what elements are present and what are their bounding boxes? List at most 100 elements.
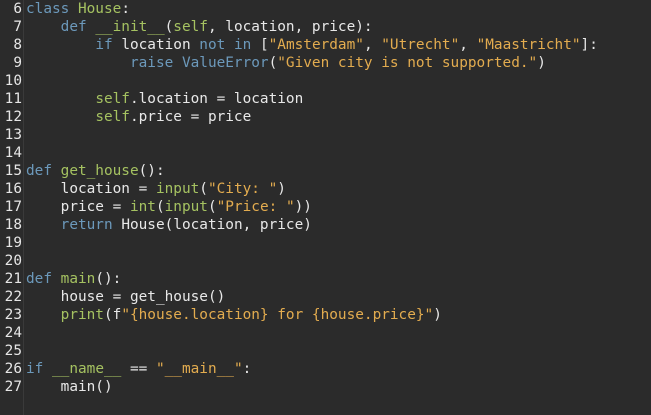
code-line[interactable]: 18 return House(location, price) xyxy=(0,216,651,234)
code-text[interactable]: def __init__(self, location, price): xyxy=(26,18,373,36)
line-number: 11 xyxy=(4,91,22,107)
code-text[interactable]: raise ValueError("Given city is not supp… xyxy=(26,54,546,72)
code-token: [ xyxy=(259,37,269,53)
code-text[interactable]: class House: xyxy=(26,0,130,18)
code-editor[interactable]: 6 class House: 7 def __init__(self, locati… xyxy=(0,0,651,415)
code-text[interactable]: def get_house(): xyxy=(26,162,165,180)
code-token: self xyxy=(95,91,130,107)
code-token: ( xyxy=(155,199,165,215)
code-line[interactable]: 12 self.price = price xyxy=(0,108,651,126)
line-number: 26 xyxy=(4,361,22,377)
code-token: .price = price xyxy=(129,109,252,125)
code-token: : xyxy=(121,1,130,17)
code-text[interactable]: if location not in ["Amsterdam", "Utrech… xyxy=(26,36,598,54)
code-token: ( xyxy=(164,19,174,35)
code-line[interactable]: 19 xyxy=(0,234,651,252)
line-number: 8 xyxy=(13,37,22,53)
code-line[interactable]: 16 location = input("City: ") xyxy=(0,180,651,198)
code-token: ( xyxy=(268,55,278,71)
code-token: __init__ xyxy=(95,19,165,35)
line-number: 14 xyxy=(4,145,22,161)
code-text[interactable]: price = int(input("Price: ")) xyxy=(26,198,312,216)
code-line[interactable]: 9 raise ValueError("Given city is not su… xyxy=(0,54,651,72)
line-number: 20 xyxy=(4,253,22,269)
line-number: 19 xyxy=(4,235,22,251)
code-text[interactable]: if __name__ == "__main__": xyxy=(26,360,251,378)
code-token: )) xyxy=(294,199,312,215)
code-line[interactable]: 7 def __init__(self, location, price): xyxy=(0,18,651,36)
code-token: "Amsterdam" xyxy=(268,37,364,53)
code-token: ) xyxy=(277,181,286,197)
code-token: input xyxy=(164,199,208,215)
code-line[interactable]: 27 main() xyxy=(0,378,651,396)
code-token: def xyxy=(26,163,61,179)
code-line[interactable]: 6 class House: xyxy=(0,0,651,18)
code-token: self xyxy=(95,109,130,125)
code-text[interactable]: main() xyxy=(26,378,113,396)
code-token: class xyxy=(26,1,78,17)
code-lines[interactable]: 6 class House: 7 def __init__(self, locati… xyxy=(0,0,651,396)
code-text[interactable]: return House(location, price) xyxy=(26,216,312,234)
code-text[interactable]: self.location = location xyxy=(26,90,303,108)
code-token: (): xyxy=(95,271,122,287)
code-line[interactable]: 24 xyxy=(0,324,651,342)
code-line[interactable]: 26 if __name__ == "__main__": xyxy=(0,360,651,378)
line-number: 16 xyxy=(4,181,22,197)
code-token: input xyxy=(155,181,200,197)
code-line[interactable]: 21 def main(): xyxy=(0,270,651,288)
code-line[interactable]: 17 price = int(input("Price: ")) xyxy=(0,198,651,216)
code-token: ( xyxy=(199,181,208,197)
code-text[interactable]: def main(): xyxy=(26,270,121,288)
code-line[interactable]: 25 xyxy=(0,342,651,360)
code-token: "Given city is not supported." xyxy=(277,55,538,71)
code-token: print xyxy=(60,307,104,323)
line-number: 18 xyxy=(4,217,22,233)
code-line[interactable]: 22 house = get_house() xyxy=(0,288,651,306)
code-token: def xyxy=(26,271,61,287)
code-line[interactable]: 20 xyxy=(0,252,651,270)
code-token: price = xyxy=(26,199,130,215)
code-text[interactable]: location = input("City: ") xyxy=(26,180,286,198)
code-token: int xyxy=(129,199,156,215)
code-token: location = xyxy=(26,181,156,197)
code-line[interactable]: 11 self.location = location xyxy=(0,90,651,108)
code-text[interactable]: house = get_house() xyxy=(26,288,226,306)
line-number: 6 xyxy=(13,1,22,17)
line-number: 17 xyxy=(4,199,22,215)
code-line[interactable]: 15 def get_house(): xyxy=(0,162,651,180)
code-token: , xyxy=(459,37,477,53)
line-number: 15 xyxy=(4,163,22,179)
code-token: "__main__" xyxy=(155,361,243,377)
code-text[interactable]: print(f"{house.location} for {house.pric… xyxy=(26,306,442,324)
code-token: (): xyxy=(138,163,165,179)
code-line[interactable]: 23 print(f"{house.location} for {house.p… xyxy=(0,306,651,324)
code-token: : xyxy=(242,361,252,377)
code-token: "Price: " xyxy=(216,199,295,215)
code-token: ) xyxy=(433,307,442,323)
code-line[interactable]: 14 xyxy=(0,144,651,162)
code-token: ) xyxy=(537,55,546,71)
code-token: raise xyxy=(129,55,182,71)
code-token: ValueError xyxy=(181,55,269,71)
line-number: 23 xyxy=(4,307,22,323)
code-line[interactable]: 8 if location not in ["Amsterdam", "Utre… xyxy=(0,36,651,54)
code-token: house = get_house() xyxy=(26,289,226,305)
code-token: not in xyxy=(199,37,260,53)
line-number: 25 xyxy=(4,343,22,359)
code-token: "City: " xyxy=(207,181,278,197)
code-token: def xyxy=(60,19,96,35)
code-token: "Maastricht" xyxy=(476,37,581,53)
code-text[interactable]: self.price = price xyxy=(26,108,251,126)
line-number: 24 xyxy=(4,325,22,341)
code-line[interactable]: 13 xyxy=(0,126,651,144)
code-token: "Utrecht" xyxy=(381,37,460,53)
line-number: 9 xyxy=(13,55,22,71)
code-token: ( xyxy=(207,199,217,215)
code-line[interactable]: 10 xyxy=(0,72,651,90)
code-token: House xyxy=(77,1,122,17)
